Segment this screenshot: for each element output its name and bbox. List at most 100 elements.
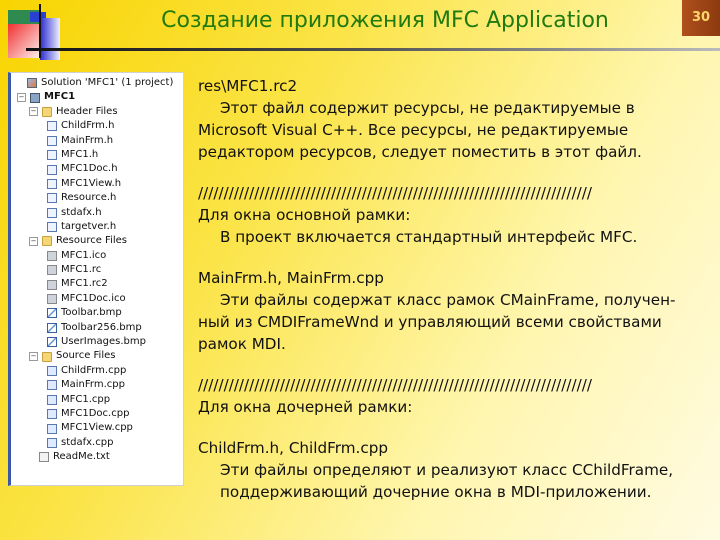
- text-line: ный из CMDIFrameWnd и управляющий всеми …: [198, 313, 662, 331]
- header-file-icon: [47, 207, 57, 218]
- tree-item[interactable]: ReadMe.txt: [11, 450, 183, 464]
- collapse-toggle-icon[interactable]: −: [29, 107, 38, 117]
- tree-item[interactable]: MFC1.cpp: [11, 393, 183, 407]
- tree-item[interactable]: − Header Files: [11, 105, 183, 119]
- tree-item-label: MFC1.h: [61, 148, 99, 160]
- text-file-icon: [39, 452, 49, 463]
- text-line: Этот файл содержит ресурсы, не редактиру…: [220, 99, 635, 117]
- tree-item[interactable]: MFC1Doc.ico: [11, 292, 183, 306]
- cpp-file-icon: [47, 437, 57, 448]
- solution-explorer-tree: Solution 'MFC1' (1 project) − MFC1− Header …: [8, 72, 184, 486]
- tree-item-label: ChildFrm.h: [61, 120, 115, 132]
- text-line: Для окна дочерней рамки:: [198, 398, 413, 416]
- text-line: поддерживающий дочерние окна в MDI-прило…: [220, 483, 652, 501]
- tree-item[interactable]: MFC1View.cpp: [11, 421, 183, 435]
- tree-item-label: MainFrm.cpp: [61, 379, 125, 391]
- separator-line: ////////////////////////////////////////…: [198, 184, 592, 202]
- text-line: рамок MDI.: [198, 335, 286, 353]
- solution-icon: [27, 78, 37, 89]
- tree-item[interactable]: MFC1.rc2: [11, 277, 183, 291]
- tree-item-label: Source Files: [56, 350, 116, 362]
- tree-item[interactable]: stdafx.cpp: [11, 436, 183, 450]
- collapse-toggle-icon[interactable]: −: [29, 236, 38, 246]
- tree-item-label: Resource.h: [61, 192, 117, 204]
- tree-item[interactable]: − MFC1: [11, 90, 183, 104]
- tree-item-label: Solution 'MFC1' (1 project): [41, 77, 174, 88]
- tree-item[interactable]: MFC1.rc: [11, 263, 183, 277]
- icon-file-icon: [47, 294, 57, 305]
- tree-item[interactable]: Resource.h: [11, 191, 183, 205]
- tree-item-label: UserImages.bmp: [61, 336, 146, 348]
- header-file-icon: [47, 121, 57, 132]
- tree-item[interactable]: − Source Files: [11, 349, 183, 363]
- cpp-file-icon: [47, 423, 57, 434]
- tree-item[interactable]: targetver.h: [11, 220, 183, 234]
- tree-item[interactable]: Toolbar256.bmp: [11, 321, 183, 335]
- bitmap-file-icon: [47, 322, 57, 333]
- tree-item[interactable]: MainFrm.cpp: [11, 378, 183, 392]
- tree-item[interactable]: MFC1Doc.h: [11, 162, 183, 176]
- tree-item[interactable]: MFC1View.h: [11, 177, 183, 191]
- tree-item-label: MFC1Doc.ico: [61, 292, 126, 304]
- cpp-file-icon: [47, 366, 57, 376]
- cpp-file-icon: [47, 394, 57, 405]
- folder-icon: [42, 236, 52, 247]
- text-line: MainFrm.h, MainFrm.cpp: [198, 269, 384, 287]
- tree-item[interactable]: stdafx.h: [11, 206, 183, 220]
- tree-item[interactable]: MainFrm.h: [11, 134, 183, 148]
- tree-item-label: Header Files: [56, 105, 118, 117]
- tree-item-label: ChildFrm.cpp: [61, 364, 127, 376]
- text-line: Эти файлы определяют и реализуют класс C…: [220, 461, 674, 479]
- header-file-icon: [47, 193, 57, 204]
- tree-item-label: MFC1.cpp: [61, 393, 111, 405]
- text-line: res\MFC1.rc2: [198, 77, 298, 95]
- header-file-icon: [47, 164, 57, 175]
- tree-item-label: ReadMe.txt: [53, 451, 110, 463]
- resource-file-icon: [47, 265, 57, 276]
- tree-item[interactable]: MFC1.h: [11, 148, 183, 162]
- page-number: 30: [682, 0, 720, 36]
- tree-item[interactable]: MFC1.ico: [11, 249, 183, 263]
- tree-item-label: Resource Files: [56, 235, 127, 247]
- icon-file-icon: [47, 250, 57, 261]
- cpp-file-icon: [47, 409, 57, 420]
- tree-item-label: MFC1.rc2: [61, 278, 108, 290]
- tree-item-label: MFC1: [44, 91, 76, 103]
- text-line: Эти файлы содержат класс рамок CMainFram…: [220, 291, 676, 309]
- slide-title: Создание приложения MFC Application: [161, 8, 609, 33]
- separator-line: ////////////////////////////////////////…: [198, 376, 592, 394]
- tree-item-label: MFC1Doc.cpp: [61, 407, 130, 419]
- text-line: Для окна основной рамки:: [198, 206, 411, 224]
- collapse-toggle-icon[interactable]: −: [17, 93, 26, 103]
- tree-item[interactable]: Toolbar.bmp: [11, 306, 183, 320]
- header-file-icon: [47, 178, 57, 189]
- slide-logo: [8, 4, 60, 60]
- tree-item-label: targetver.h: [61, 220, 117, 232]
- header-file-icon: [47, 150, 57, 161]
- tree-item-label: MFC1View.cpp: [61, 422, 133, 434]
- tree-item-label: MainFrm.h: [61, 134, 114, 146]
- tree-item-label: stdafx.h: [61, 206, 102, 218]
- resource-file-icon: [47, 279, 57, 290]
- header-file-icon: [47, 222, 57, 233]
- tree-item-label: stdafx.cpp: [61, 436, 114, 448]
- text-line: Microsoft Visual C++. Все ресурсы, не ре…: [198, 121, 629, 139]
- bitmap-file-icon: [47, 308, 57, 319]
- tree-item[interactable]: ChildFrm.cpp: [11, 364, 183, 378]
- tree-item[interactable]: UserImages.bmp: [11, 335, 183, 349]
- tree-item[interactable]: Solution 'MFC1' (1 project): [11, 76, 183, 90]
- tree-item-label: MFC1.ico: [61, 249, 107, 261]
- tree-item-label: Toolbar256.bmp: [61, 321, 142, 333]
- title-divider: [26, 48, 720, 51]
- tree-item[interactable]: MFC1Doc.cpp: [11, 407, 183, 421]
- cpp-file-icon: [47, 380, 57, 391]
- folder-icon: [42, 106, 52, 117]
- tree-item-label: MFC1View.h: [61, 177, 122, 189]
- collapse-toggle-icon[interactable]: −: [29, 352, 38, 362]
- slide-body: res\MFC1.rc2 Этот файл содержит ресурсы,…: [198, 75, 718, 503]
- text-line: В проект включается стандартный интерфей…: [220, 228, 638, 246]
- text-line: ChildFrm.h, ChildFrm.cpp: [198, 439, 388, 457]
- tree-item-label: MFC1.rc: [61, 264, 102, 276]
- tree-item[interactable]: ChildFrm.h: [11, 119, 183, 133]
- tree-item[interactable]: − Resource Files: [11, 234, 183, 248]
